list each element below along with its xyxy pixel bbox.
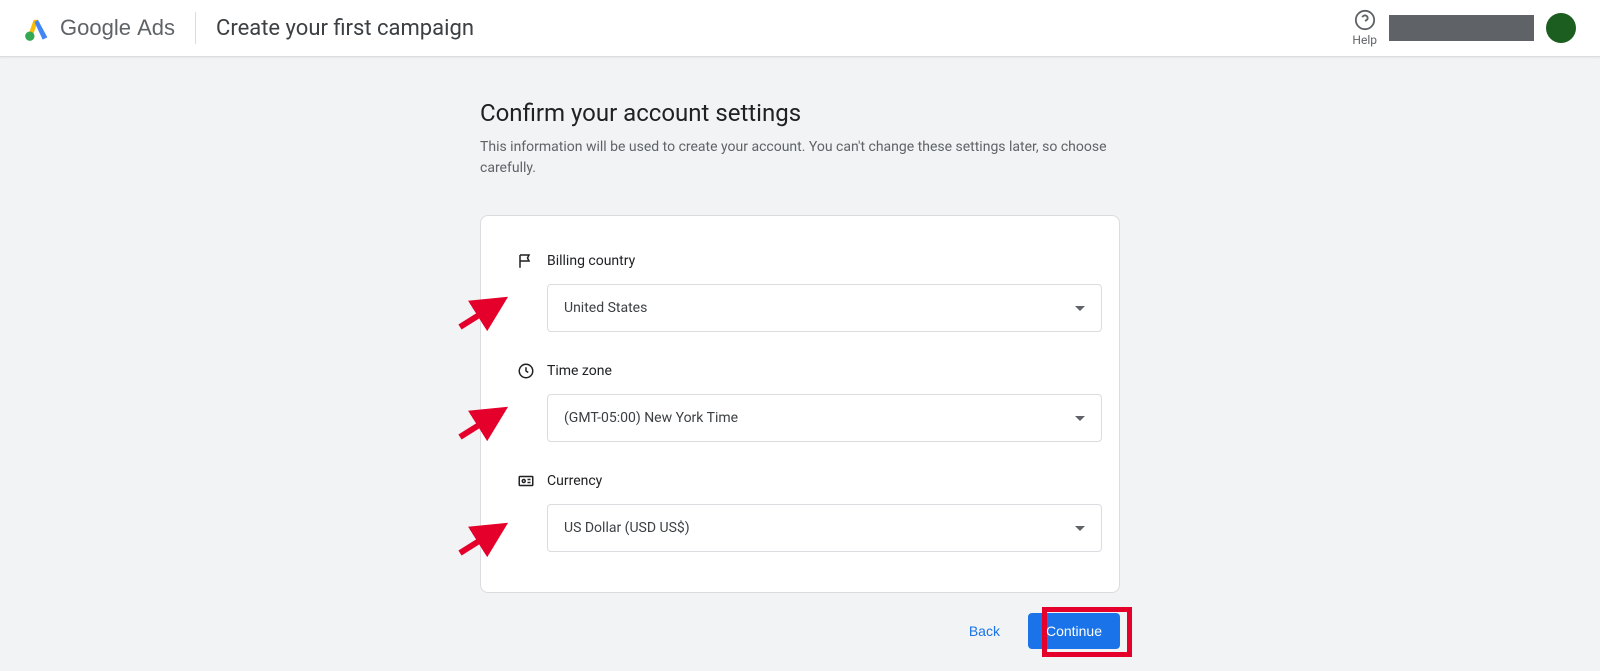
flag-icon xyxy=(517,252,535,270)
page-subtitle: This information will be used to create … xyxy=(480,137,1110,179)
avatar[interactable] xyxy=(1546,13,1576,43)
currency-label-row: Currency xyxy=(517,472,1083,490)
time-zone-group: Time zone (GMT-05:00) New York Time xyxy=(517,362,1083,442)
settings-card: Billing country United States xyxy=(480,215,1120,593)
time-zone-label-row: Time zone xyxy=(517,362,1083,380)
back-button[interactable]: Back xyxy=(965,615,1004,647)
content-wrapper: Confirm your account settings This infor… xyxy=(480,99,1120,649)
google-ads-logo-icon xyxy=(24,14,52,42)
currency-value: US Dollar (USD US$) xyxy=(564,520,690,536)
billing-country-label: Billing country xyxy=(547,253,635,269)
header: Google Ads Create your first campaign He… xyxy=(0,0,1600,57)
currency-group: Currency US Dollar (USD US$) xyxy=(517,472,1083,552)
currency-select[interactable]: US Dollar (USD US$) xyxy=(547,504,1102,552)
page-title: Confirm your account settings xyxy=(480,99,1120,127)
arrow-annotation-icon xyxy=(455,402,515,446)
chevron-down-icon xyxy=(1075,416,1085,421)
help-icon xyxy=(1354,9,1376,31)
footer-actions: Back Continue xyxy=(480,613,1120,649)
help-label: Help xyxy=(1352,33,1377,47)
header-right: Help xyxy=(1352,9,1576,47)
currency-card-icon xyxy=(517,472,535,490)
billing-country-label-row: Billing country xyxy=(517,252,1083,270)
billing-country-value: United States xyxy=(564,300,647,316)
arrow-annotation-icon xyxy=(455,518,515,562)
main-content: Confirm your account settings This infor… xyxy=(0,57,1600,649)
arrow-annotation-icon xyxy=(455,292,515,336)
continue-button[interactable]: Continue xyxy=(1028,613,1120,649)
clock-icon xyxy=(517,362,535,380)
help-button[interactable]: Help xyxy=(1352,9,1377,47)
logo-text: Google Ads xyxy=(60,15,175,41)
chevron-down-icon xyxy=(1075,306,1085,311)
time-zone-select[interactable]: (GMT-05:00) New York Time xyxy=(547,394,1102,442)
chevron-down-icon xyxy=(1075,526,1085,531)
billing-country-group: Billing country United States xyxy=(517,252,1083,332)
billing-country-select[interactable]: United States xyxy=(547,284,1102,332)
currency-label: Currency xyxy=(547,473,602,489)
page-header-title: Create your first campaign xyxy=(216,16,474,41)
time-zone-value: (GMT-05:00) New York Time xyxy=(564,410,738,426)
header-divider xyxy=(195,12,196,44)
logo-section[interactable]: Google Ads xyxy=(24,14,175,42)
time-zone-label: Time zone xyxy=(547,363,612,379)
account-info-placeholder xyxy=(1389,15,1534,41)
